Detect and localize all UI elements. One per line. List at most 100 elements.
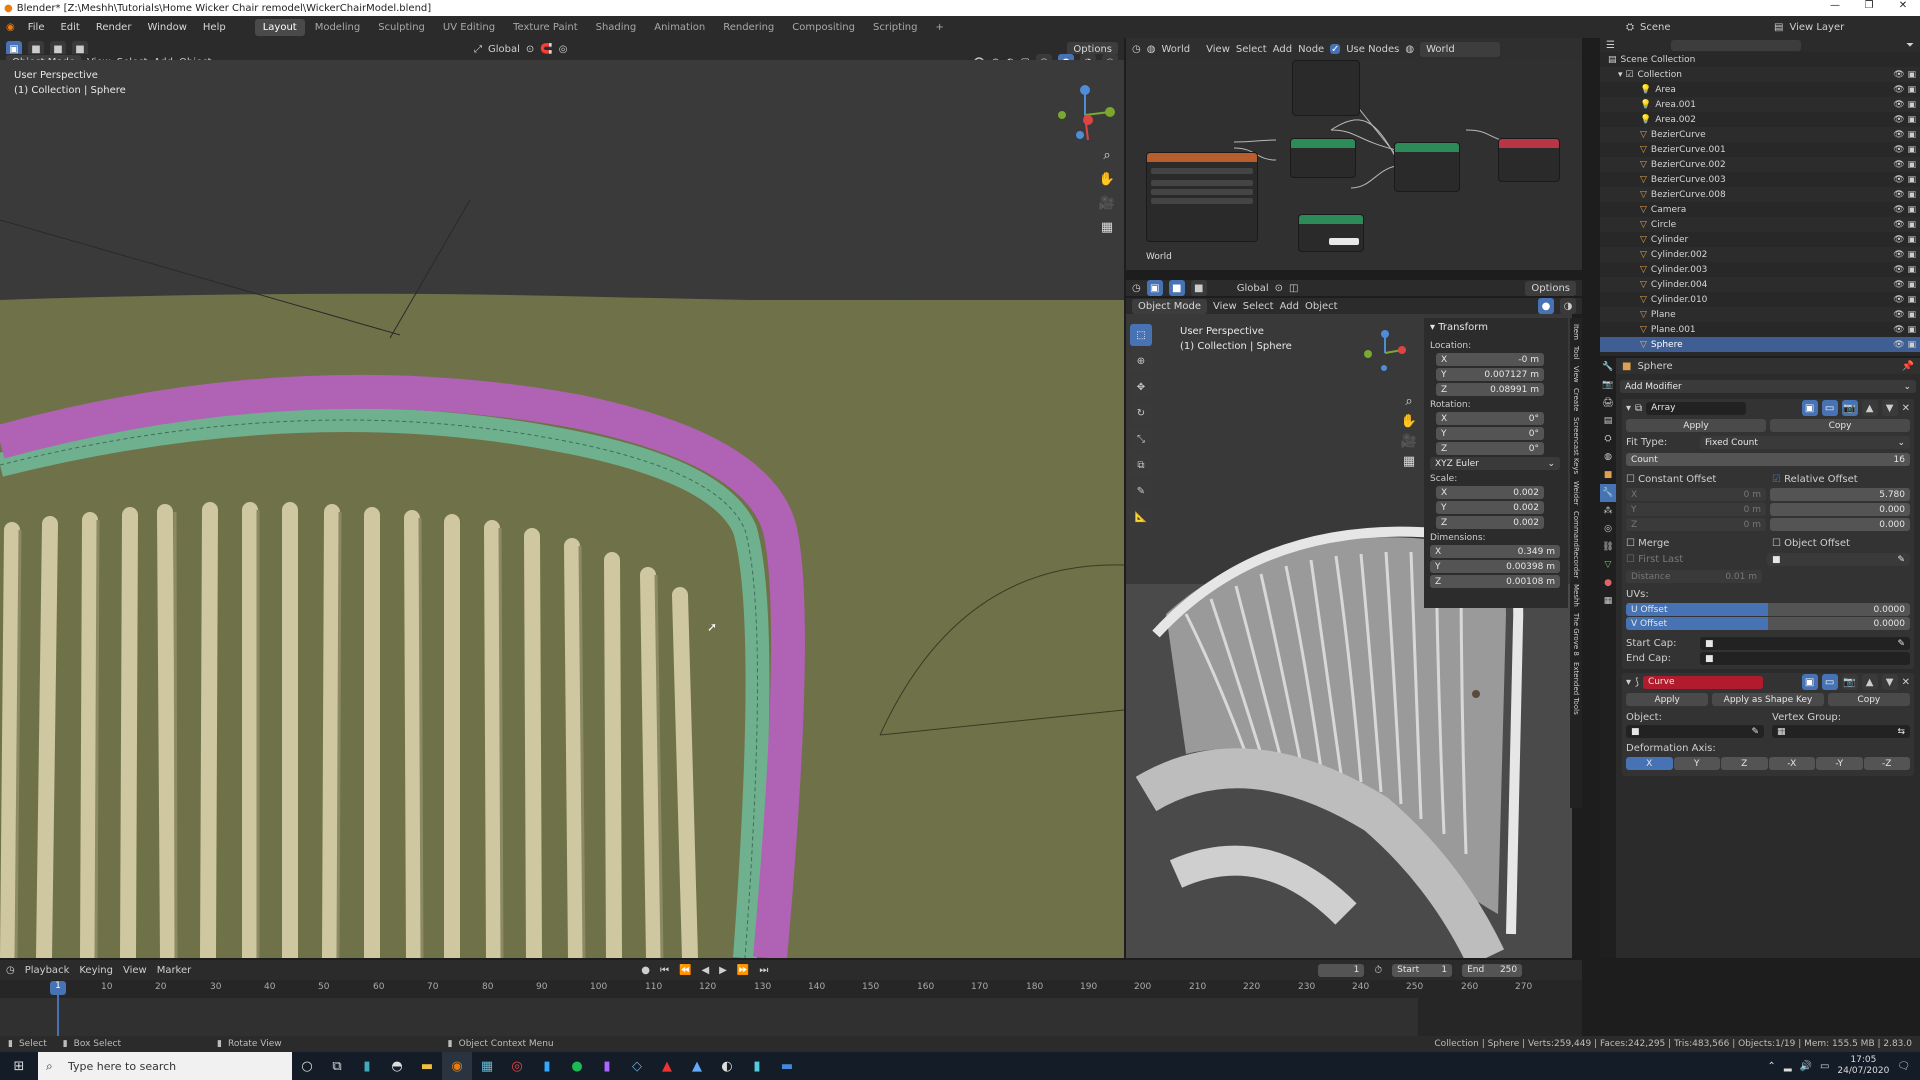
array-remove-icon[interactable]: ✕ (1902, 403, 1910, 414)
curve-name-field[interactable]: Curve (1642, 675, 1763, 689)
dimensions-y-field[interactable]: Y 0.00398 m (1430, 560, 1560, 573)
world-output-node[interactable] (1498, 138, 1560, 182)
use-preview-range-icon[interactable]: ⏱ (1374, 965, 1382, 976)
outliner-scene-collection[interactable]: ▤ Scene Collection (1600, 52, 1920, 67)
relative-offset-checkbox[interactable]: ☑ Relative Offset (1772, 474, 1910, 485)
environment-texture-node[interactable] (1146, 152, 1258, 242)
outliner-item-plane-001[interactable]: ▽ Plane.001 👁 ▣ (1600, 322, 1920, 337)
timeline-menu-marker[interactable]: Marker (157, 965, 192, 976)
scale-tool-icon[interactable]: ⤡ (1130, 428, 1152, 450)
node-menu-node[interactable]: Node (1298, 44, 1324, 55)
sidebar-tab-commandrecorder[interactable]: CommandRecorder (1572, 511, 1580, 578)
tab-rendering[interactable]: Rendering (715, 19, 782, 36)
record-icon[interactable]: ● (641, 965, 650, 976)
scene-field[interactable]: Scene (1640, 22, 1728, 33)
playhead[interactable]: 1 (50, 981, 66, 995)
tab-sculpting[interactable]: Sculpting (370, 19, 433, 36)
cortana-icon[interactable]: ○ (292, 1052, 322, 1080)
constant-offset-checkbox[interactable]: ☐ Constant Offset (1626, 474, 1764, 485)
acrobat-icon[interactable]: ▲ (652, 1052, 682, 1080)
notifications-icon[interactable]: 🗨 (1897, 1061, 1910, 1072)
outliner-editor-icon[interactable]: ☰ (1606, 40, 1615, 51)
outliner-item-cylinder-010[interactable]: ▽ Cylinder.010 👁 ▣ (1600, 292, 1920, 307)
v-offset-field[interactable]: V Offset 0.0000 (1626, 617, 1910, 630)
curve-apply-shape-button[interactable]: Apply as Shape Key (1712, 693, 1824, 706)
tab-modeling[interactable]: Modeling (307, 19, 369, 36)
relative-offset-y[interactable]: 0.000 (1770, 503, 1910, 516)
taskbar-search-input[interactable]: ⌕ Type here to search (38, 1052, 292, 1080)
timeline-menu-view[interactable]: View (123, 965, 147, 976)
sidebar-tab-meshh[interactable]: Meshh (1572, 584, 1580, 607)
app-icon-4[interactable]: ◐ (712, 1052, 742, 1080)
node-menu-add[interactable]: Add (1273, 44, 1292, 55)
tab-animation[interactable]: Animation (646, 19, 713, 36)
scale-z-field[interactable]: Z 0.002 (1436, 516, 1544, 529)
outliner-item-beziercurve[interactable]: ▽ BezierCurve 👁 ▣ (1600, 127, 1920, 142)
app-icon-5[interactable]: ▮ (742, 1052, 772, 1080)
tab-texture-paint[interactable]: Texture Paint (505, 19, 586, 36)
visibility-toggles[interactable]: 👁 ▣ (1893, 70, 1916, 80)
vertex-group-field[interactable]: ▦ ⇆ (1772, 725, 1910, 738)
filter-icon[interactable]: ⏷ (1906, 40, 1914, 51)
pin-icon[interactable]: 📌 (1902, 361, 1914, 372)
transform-orientation-dropdown-2[interactable]: Global (1237, 283, 1269, 294)
material-tab-icon[interactable]: ● (1600, 574, 1616, 592)
background-node-2[interactable] (1298, 214, 1364, 252)
background-node-1[interactable] (1290, 138, 1356, 178)
main-3d-viewport[interactable]: User Perspective (1) Collection | Sphere… (0, 60, 1124, 958)
deform-axis-neg-z[interactable]: -Z (1863, 757, 1910, 770)
tool-tab-icon[interactable]: 🔧 (1600, 358, 1616, 376)
viewport2-menu-view[interactable]: View (1213, 301, 1237, 312)
volume-icon[interactable]: 🔊 (1800, 1061, 1812, 1072)
editor-type-icon-2[interactable]: ◷ (1132, 283, 1141, 294)
snap-icon[interactable]: 🧲 (540, 44, 552, 55)
curve-move-down-icon[interactable]: ▼ (1881, 674, 1898, 690)
array-move-down-icon[interactable]: ▼ (1881, 400, 1898, 416)
select-tool-icon-2[interactable]: ▣ (1146, 280, 1163, 296)
sidebar-tab-weider[interactable]: Weider (1572, 481, 1580, 505)
sidebar-tab-the-grove[interactable]: The Grove 8 (1572, 613, 1580, 656)
maximize-icon[interactable]: ❐ (1852, 0, 1886, 11)
sidebar-tab-extended-tools[interactable]: Extended Tools (1572, 662, 1580, 715)
outliner-item-area-001[interactable]: 💡 Area.001 👁 ▣ (1600, 97, 1920, 112)
start-cap-field[interactable]: ■ ✎ (1700, 637, 1910, 650)
rotation-y-field[interactable]: Y 0° (1436, 427, 1544, 440)
timeline-menu-playback[interactable]: Playback (25, 965, 70, 976)
curve-object-field[interactable]: ■ ✎ (1626, 725, 1764, 738)
curve-copy-button[interactable]: Copy (1827, 693, 1911, 706)
pivot-icon[interactable]: ⊙ (526, 44, 534, 55)
tab-compositing[interactable]: Compositing (784, 19, 863, 36)
network-icon[interactable]: ▂ (1784, 1061, 1792, 1072)
outliner-item-cylinder[interactable]: ▽ Cylinder 👁 ▣ (1600, 232, 1920, 247)
task-view-icon[interactable]: ⧉ (322, 1052, 352, 1080)
photoshop-icon[interactable]: ▮ (532, 1052, 562, 1080)
sidebar-tab-view[interactable]: View (1572, 366, 1580, 383)
play-icon[interactable]: ▶ (719, 965, 727, 976)
constraints-tab-icon[interactable]: ⛓ (1600, 538, 1616, 556)
options-dropdown-2[interactable]: Options (1525, 280, 1576, 296)
select-tool-icon[interactable]: ⬚ (1130, 324, 1152, 346)
curve-collapse-icon[interactable]: ▾ (1626, 677, 1631, 688)
offset-object-field[interactable]: ■ ✎ (1767, 553, 1910, 566)
rotation-z-field[interactable]: Z 0° (1436, 442, 1544, 455)
camera-view-icon-2[interactable]: 🎥 (1398, 430, 1420, 452)
menu-edit[interactable]: Edit (53, 22, 86, 33)
shading-material-icon-2[interactable]: ◑ (1560, 298, 1576, 314)
outliner-item-cylinder-004[interactable]: ▽ Cylinder.004 👁 ▣ (1600, 277, 1920, 292)
array-render-icon[interactable]: 📷 (1841, 400, 1858, 416)
language-icon[interactable]: ▭ (1820, 1061, 1829, 1072)
ortho-grid-icon[interactable]: ▦ (1096, 216, 1118, 238)
physics-tab-icon[interactable]: ◎ (1600, 520, 1616, 538)
particles-tab-icon[interactable]: ⁂ (1600, 502, 1616, 520)
scale-x-field[interactable]: X 0.002 (1436, 486, 1544, 499)
array-move-up-icon[interactable]: ▲ (1861, 400, 1878, 416)
outliner-item-beziercurve-003[interactable]: ▽ BezierCurve.003 👁 ▣ (1600, 172, 1920, 187)
data-tab-icon[interactable]: ▽ (1600, 556, 1616, 574)
sidebar-tab-tool[interactable]: Tool (1572, 346, 1580, 360)
ortho-grid-icon-2[interactable]: ▦ (1398, 450, 1420, 472)
snap-icon-2[interactable]: ◫ (1289, 283, 1298, 294)
view-layer-field[interactable]: View Layer (1789, 22, 1844, 33)
menu-file[interactable]: File (21, 22, 52, 33)
proportional-edit-icon[interactable]: ◎ (559, 44, 568, 55)
camera-view-icon[interactable]: 🎥 (1096, 192, 1118, 214)
